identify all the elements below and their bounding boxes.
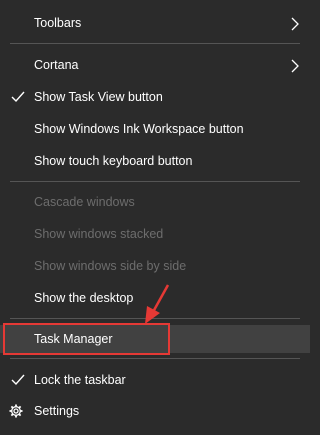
menu-item-label: Show Windows Ink Workspace button — [34, 122, 244, 136]
menu-item-label: Toolbars — [34, 16, 82, 30]
separator — [10, 318, 300, 319]
menu-item-show-task-view[interactable]: Show Task View button — [0, 84, 310, 110]
menu-item-label: Show touch keyboard button — [34, 154, 193, 168]
menu-item-label: Settings — [34, 404, 80, 418]
menu-item-task-manager[interactable]: Task Manager — [0, 325, 310, 353]
menu-item-show-windows-stacked: Show windows stacked — [0, 221, 310, 247]
menu-item-label: Task Manager — [34, 332, 113, 346]
separator — [10, 43, 300, 44]
menu-item-cascade-windows: Cascade windows — [0, 189, 310, 215]
checkmark-icon — [11, 374, 25, 386]
gear-icon — [9, 404, 23, 418]
menu-item-label: Cascade windows — [34, 195, 135, 209]
chevron-right-icon — [291, 59, 299, 73]
taskbar-context-menu: Toolbars Cortana Show Task View button S… — [0, 0, 310, 435]
menu-item-show-touch-keyboard[interactable]: Show touch keyboard button — [0, 148, 310, 174]
menu-item-cortana[interactable]: Cortana — [0, 52, 310, 78]
menu-item-show-ink-workspace[interactable]: Show Windows Ink Workspace button — [0, 116, 310, 142]
menu-item-label: Show windows side by side — [34, 259, 187, 273]
menu-item-toolbars[interactable]: Toolbars — [0, 10, 310, 36]
separator — [10, 181, 300, 182]
menu-item-lock-taskbar[interactable]: Lock the taskbar — [0, 367, 310, 393]
menu-item-settings[interactable]: Settings — [0, 398, 310, 424]
separator — [10, 358, 300, 359]
menu-item-show-windows-side-by-side: Show windows side by side — [0, 253, 310, 279]
menu-item-label: Lock the taskbar — [34, 373, 126, 387]
checkmark-icon — [11, 91, 25, 103]
menu-item-label: Show Task View button — [34, 90, 163, 104]
chevron-right-icon — [291, 17, 299, 31]
menu-item-label: Cortana — [34, 58, 79, 72]
menu-item-label: Show windows stacked — [34, 227, 164, 241]
menu-item-show-desktop[interactable]: Show the desktop — [0, 285, 310, 311]
menu-item-label: Show the desktop — [34, 291, 134, 305]
